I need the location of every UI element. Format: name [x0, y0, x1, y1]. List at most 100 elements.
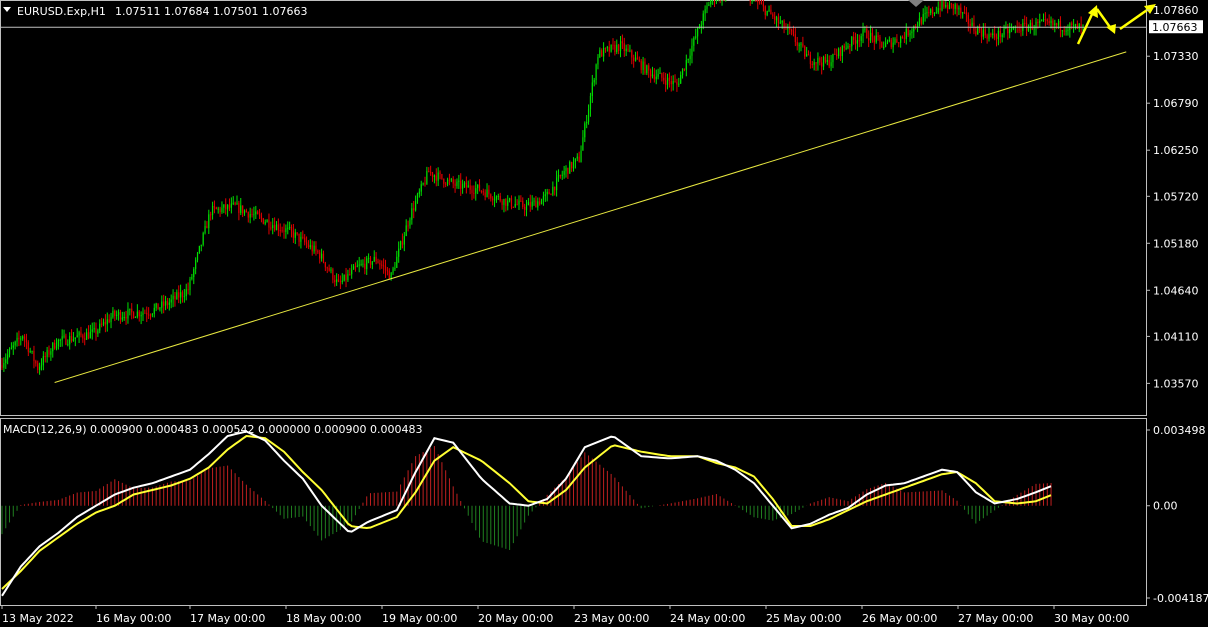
candle-body	[390, 272, 392, 279]
candle-body	[713, 0, 716, 1]
candle-body	[304, 237, 306, 243]
candle-body	[890, 39, 892, 48]
candle-body	[1065, 30, 1067, 32]
candle-body	[138, 311, 140, 317]
candle-body	[702, 13, 704, 25]
candle-body	[544, 194, 546, 197]
candle-body	[599, 50, 601, 58]
chart-root[interactable]: 1.07860 1.07330 1.06790 1.06250 1.05720 1.051…	[0, 0, 1208, 627]
candle-body	[524, 207, 526, 210]
candle-body	[965, 12, 968, 15]
candle-body	[1069, 23, 1071, 30]
candle-body	[994, 33, 996, 38]
candle-body	[565, 167, 567, 171]
candle-body	[108, 319, 110, 323]
candle-body	[89, 331, 91, 339]
candle-body	[275, 224, 278, 231]
candle-body	[255, 211, 257, 215]
candle-body	[163, 301, 165, 306]
candle-body	[22, 336, 24, 339]
candle-body	[381, 264, 383, 266]
candle-body	[431, 172, 434, 177]
candle-body	[210, 214, 212, 216]
candle-body	[937, 8, 939, 13]
candle-body	[475, 188, 477, 194]
candle-body	[770, 9, 772, 15]
candle-body	[283, 230, 285, 232]
candle-body	[418, 191, 420, 194]
candle-body	[238, 202, 240, 213]
candle-body	[178, 292, 180, 298]
macd-header-label: MACD(12,26,9) 0.000900 0.000483 0.000542…	[3, 423, 422, 436]
candle-body	[191, 277, 193, 279]
candle-body	[39, 366, 41, 370]
candle-body	[1073, 24, 1075, 26]
candle-body	[537, 201, 539, 208]
time-tick-label: 27 May 00:00	[958, 612, 1033, 625]
price-tick-label: 1.05180	[1153, 237, 1199, 250]
candle-body	[351, 269, 353, 275]
candle-body	[665, 80, 667, 85]
candle-body	[360, 264, 362, 266]
time-tick-label: 19 May 00:00	[382, 612, 457, 625]
candle-body	[653, 74, 655, 80]
candle-body	[903, 37, 905, 39]
candle-body	[206, 225, 208, 229]
candle-body	[574, 158, 576, 162]
candle-body	[1046, 19, 1048, 22]
candle-body	[458, 180, 460, 182]
candle-body	[87, 332, 90, 339]
candle-body	[576, 156, 578, 159]
candle-body	[242, 205, 244, 214]
candle-body	[680, 74, 682, 84]
candle-body	[509, 198, 511, 201]
candle-body	[189, 278, 191, 290]
candle-body	[409, 219, 411, 226]
candle-body	[437, 172, 439, 181]
candle-body	[317, 250, 319, 253]
candle-body	[219, 208, 221, 213]
candle-body	[349, 274, 351, 276]
candle-body	[992, 33, 994, 36]
candle-body	[980, 30, 983, 37]
candle-body	[933, 12, 936, 14]
candle-body	[277, 224, 279, 231]
candle-body	[604, 47, 607, 49]
candle-body	[586, 121, 588, 124]
candle-body	[104, 321, 106, 325]
candle-body	[373, 256, 375, 262]
candle-body	[101, 323, 103, 325]
candle-body	[760, 2, 763, 4]
candle-body	[426, 171, 428, 184]
candle-body	[1001, 34, 1003, 37]
candle-body	[900, 36, 902, 43]
candle-body	[443, 178, 445, 184]
candle-body	[642, 61, 644, 70]
candle-body	[817, 57, 819, 64]
candle-body	[928, 12, 930, 14]
candle-body	[198, 245, 200, 253]
candle-body	[467, 185, 469, 188]
price-tick-label: 1.04640	[1153, 284, 1199, 297]
candle-body	[1048, 21, 1050, 24]
candle-body	[811, 64, 813, 66]
candle-body	[116, 314, 118, 316]
candle-body	[806, 54, 808, 57]
candle-body	[698, 27, 701, 29]
candle-body	[571, 162, 573, 169]
candle-body	[20, 338, 22, 340]
candle-body	[14, 341, 16, 346]
candle-body	[86, 332, 88, 340]
candle-body	[877, 35, 879, 37]
candle-body	[672, 81, 674, 85]
candle-body	[454, 183, 456, 186]
candle-body	[364, 263, 366, 270]
candle-body	[1063, 30, 1065, 32]
candle-body	[230, 203, 232, 208]
candle-body	[157, 303, 159, 310]
candle-body	[463, 182, 466, 185]
macd-tick-label: -0.004187	[1153, 592, 1208, 605]
candle-body	[93, 328, 95, 330]
candle-body	[446, 179, 449, 185]
candle-body	[507, 200, 509, 206]
